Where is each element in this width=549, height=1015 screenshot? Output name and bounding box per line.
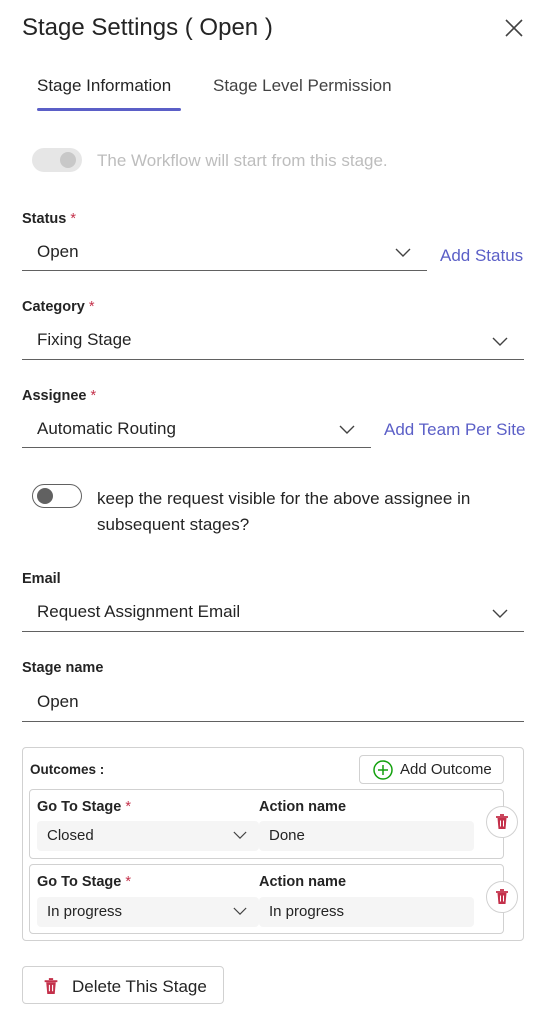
email-value: Request Assignment Email <box>37 602 241 621</box>
keep-visible-text: keep the request visible for the above a… <box>97 489 471 534</box>
go-to-stage-value: Closed <box>47 827 94 844</box>
go-to-stage-select[interactable]: In progress <box>37 897 259 927</box>
close-icon <box>505 19 523 37</box>
status-label: Status * <box>22 211 76 227</box>
stage-name-label: Stage name <box>22 660 104 676</box>
go-to-stage-select[interactable]: Closed <box>37 821 259 851</box>
chevron-down-icon <box>492 337 508 346</box>
add-status-link[interactable]: Add Status <box>440 246 523 266</box>
stage-name-value: Open <box>37 692 79 711</box>
email-label: Email <box>22 571 61 587</box>
category-value: Fixing Stage <box>37 330 132 349</box>
chevron-down-icon <box>233 907 247 915</box>
add-outcome-label: Add Outcome <box>400 761 492 778</box>
delete-stage-label: Delete This Stage <box>72 977 207 996</box>
chevron-down-icon <box>233 831 247 839</box>
category-dropdown[interactable]: Fixing Stage <box>22 330 524 360</box>
action-name-value: Done <box>269 827 305 844</box>
assignee-value: Automatic Routing <box>37 419 176 438</box>
add-outcome-button[interactable]: Add Outcome <box>359 755 504 784</box>
keep-visible-toggle[interactable] <box>32 484 82 508</box>
action-name-input[interactable]: Done <box>259 821 474 851</box>
action-name-label: Action name <box>259 874 347 890</box>
delete-stage-button[interactable]: Delete This Stage <box>22 966 224 1004</box>
category-label: Category * <box>22 299 95 315</box>
action-name-input[interactable]: In progress <box>259 897 474 927</box>
delete-outcome-button[interactable] <box>486 881 518 913</box>
delete-outcome-button[interactable] <box>486 806 518 838</box>
close-button[interactable] <box>500 14 528 42</box>
go-to-stage-label: Go To Stage * <box>37 874 131 890</box>
panel-title: Stage Settings ( Open ) <box>22 14 273 41</box>
workflow-start-toggle[interactable] <box>32 148 82 172</box>
add-team-per-site-link[interactable]: Add Team Per Site <box>384 420 525 440</box>
assignee-label: Assignee * <box>22 388 97 404</box>
tab-stage-level-permission[interactable]: Stage Level Permission <box>213 76 392 96</box>
chevron-down-icon <box>395 248 411 257</box>
email-dropdown[interactable]: Request Assignment Email <box>22 602 524 632</box>
trash-icon <box>44 978 58 994</box>
go-to-stage-value: In progress <box>47 903 123 920</box>
chevron-down-icon <box>339 425 355 434</box>
add-circle-icon <box>373 760 393 780</box>
assignee-dropdown[interactable]: Automatic Routing <box>22 419 371 448</box>
tab-stage-information[interactable]: Stage Information <box>37 76 171 96</box>
active-tab-indicator <box>37 108 181 111</box>
status-value: Open <box>37 242 79 261</box>
outcomes-label: Outcomes : <box>30 762 105 777</box>
action-name-value: In progress <box>269 903 345 920</box>
go-to-stage-label: Go To Stage * <box>37 799 131 815</box>
chevron-down-icon <box>492 609 508 618</box>
stage-name-input[interactable]: Open <box>22 692 524 722</box>
trash-icon <box>496 814 508 829</box>
status-dropdown[interactable]: Open <box>22 242 427 271</box>
workflow-start-text: The Workflow will start from this stage. <box>97 151 388 170</box>
trash-icon <box>496 889 508 904</box>
action-name-label: Action name <box>259 799 347 815</box>
